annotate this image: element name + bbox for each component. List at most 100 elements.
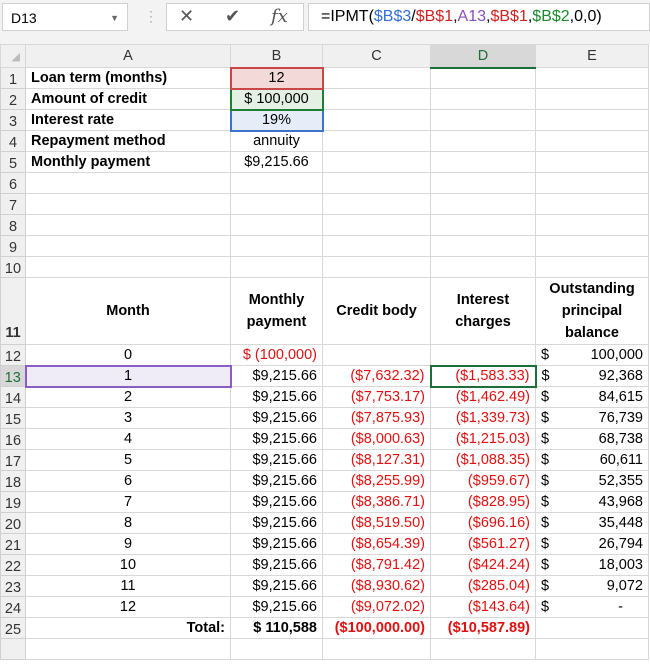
cell[interactable]: [430, 638, 536, 660]
balance-cell[interactable]: $68,738: [535, 428, 649, 450]
cell[interactable]: [322, 151, 431, 173]
cell[interactable]: [230, 214, 323, 236]
credit-body-cell[interactable]: ($8,791.42): [322, 554, 431, 576]
column-header-d[interactable]: D: [430, 44, 536, 69]
cell[interactable]: [535, 151, 649, 173]
credit-body-cell[interactable]: ($7,753.17): [322, 386, 431, 408]
row-header[interactable]: 2: [0, 88, 26, 110]
cell[interactable]: [25, 172, 231, 194]
row-header[interactable]: 7: [0, 193, 26, 215]
row-header[interactable]: 18: [0, 470, 26, 492]
row-header[interactable]: 13: [0, 365, 26, 387]
row-header[interactable]: 3: [0, 109, 26, 131]
credit-body-cell[interactable]: ($8,519.50): [322, 512, 431, 534]
payment-cell[interactable]: $9,215.66: [230, 596, 323, 618]
interest-cell[interactable]: ($1,339.73): [430, 407, 536, 429]
row-header[interactable]: 19: [0, 491, 26, 513]
cell[interactable]: [322, 88, 431, 110]
cell[interactable]: [322, 256, 431, 278]
row-header[interactable]: 15: [0, 407, 26, 429]
cell[interactable]: [430, 172, 536, 194]
row-header[interactable]: 4: [0, 130, 26, 152]
param-value[interactable]: $9,215.66: [230, 151, 323, 173]
payment-cell[interactable]: $9,215.66: [230, 512, 323, 534]
row-header[interactable]: 6: [0, 172, 26, 194]
balance-cell[interactable]: $35,448: [535, 512, 649, 534]
balance-cell[interactable]: $ -: [535, 596, 649, 618]
row-header[interactable]: 24: [0, 596, 26, 618]
cell[interactable]: [25, 214, 231, 236]
payment-cell[interactable]: $ (100,000): [230, 344, 323, 366]
interest-cell[interactable]: [430, 344, 536, 366]
credit-body-cell[interactable]: ($9,072.02): [322, 596, 431, 618]
param-value[interactable]: $ 100,000: [229, 87, 324, 111]
balance-cell[interactable]: $92,368: [535, 365, 649, 387]
payment-cell[interactable]: $9,215.66: [230, 407, 323, 429]
cell[interactable]: [430, 130, 536, 152]
cell[interactable]: [430, 88, 536, 110]
cell[interactable]: [535, 235, 649, 257]
cell[interactable]: [322, 109, 431, 131]
select-all-corner[interactable]: ◢: [0, 44, 26, 68]
cell[interactable]: [322, 638, 431, 660]
credit-body-cell[interactable]: [322, 344, 431, 366]
month-cell[interactable]: 12: [25, 596, 231, 618]
formula-input[interactable]: =IPMT($B$3/$B$1,A13,$B$1,$B$2,0,0): [308, 3, 650, 31]
month-cell[interactable]: 7: [25, 491, 231, 513]
interest-cell[interactable]: ($561.27): [430, 533, 536, 555]
total-credit-body[interactable]: ($100,000.00): [322, 617, 431, 639]
cell[interactable]: [535, 109, 649, 131]
payment-cell[interactable]: $9,215.66: [230, 449, 323, 471]
credit-body-cell[interactable]: ($8,127.31): [322, 449, 431, 471]
column-header-e[interactable]: E: [535, 44, 649, 68]
cell[interactable]: [430, 256, 536, 278]
month-cell[interactable]: 1: [24, 364, 232, 388]
cell[interactable]: [230, 235, 323, 257]
row-header[interactable]: 8: [0, 214, 26, 236]
cell[interactable]: [430, 109, 536, 131]
total-payment[interactable]: $ 110,588: [230, 617, 323, 639]
row-header[interactable]: 23: [0, 575, 26, 597]
enter-check-icon[interactable]: ✔: [225, 6, 240, 27]
cell[interactable]: [25, 235, 231, 257]
credit-body-cell[interactable]: ($8,654.39): [322, 533, 431, 555]
payment-cell[interactable]: $9,215.66: [230, 428, 323, 450]
chevron-down-icon[interactable]: ▼: [110, 4, 119, 32]
interest-cell[interactable]: ($1,088.35): [430, 449, 536, 471]
cell[interactable]: [322, 214, 431, 236]
row-header[interactable]: 16: [0, 428, 26, 450]
row-header[interactable]: 12: [0, 344, 26, 366]
row-header[interactable]: 22: [0, 554, 26, 576]
row-header[interactable]: 25: [0, 617, 26, 639]
cell[interactable]: [25, 256, 231, 278]
payment-cell[interactable]: $9,215.66: [230, 533, 323, 555]
balance-cell[interactable]: $100,000: [535, 344, 649, 366]
month-cell[interactable]: 0: [25, 344, 231, 366]
cell[interactable]: [322, 193, 431, 215]
row-header[interactable]: 14: [0, 386, 26, 408]
interest-cell[interactable]: ($1,215.03): [430, 428, 536, 450]
credit-body-cell[interactable]: ($8,930.62): [322, 575, 431, 597]
balance-cell[interactable]: $60,611: [535, 449, 649, 471]
column-header-c[interactable]: C: [322, 44, 431, 68]
column-header-b[interactable]: B: [230, 44, 323, 68]
cell[interactable]: [322, 235, 431, 257]
credit-body-cell[interactable]: ($8,255.99): [322, 470, 431, 492]
row-header[interactable]: 21: [0, 533, 26, 555]
row-header[interactable]: 9: [0, 235, 26, 257]
payment-cell[interactable]: $9,215.66: [230, 554, 323, 576]
interest-cell[interactable]: ($424.24): [430, 554, 536, 576]
cell[interactable]: [430, 67, 536, 89]
cell[interactable]: [322, 130, 431, 152]
cell[interactable]: [430, 151, 536, 173]
balance-cell[interactable]: $26,794: [535, 533, 649, 555]
month-cell[interactable]: 11: [25, 575, 231, 597]
balance-cell[interactable]: $52,355: [535, 470, 649, 492]
row-header[interactable]: 1: [0, 67, 26, 89]
cell[interactable]: [535, 617, 649, 639]
cell[interactable]: [25, 193, 231, 215]
payment-cell[interactable]: $9,215.66: [230, 365, 323, 387]
payment-cell[interactable]: $9,215.66: [230, 470, 323, 492]
payment-cell[interactable]: $9,215.66: [230, 491, 323, 513]
column-header-a[interactable]: A: [25, 44, 231, 68]
